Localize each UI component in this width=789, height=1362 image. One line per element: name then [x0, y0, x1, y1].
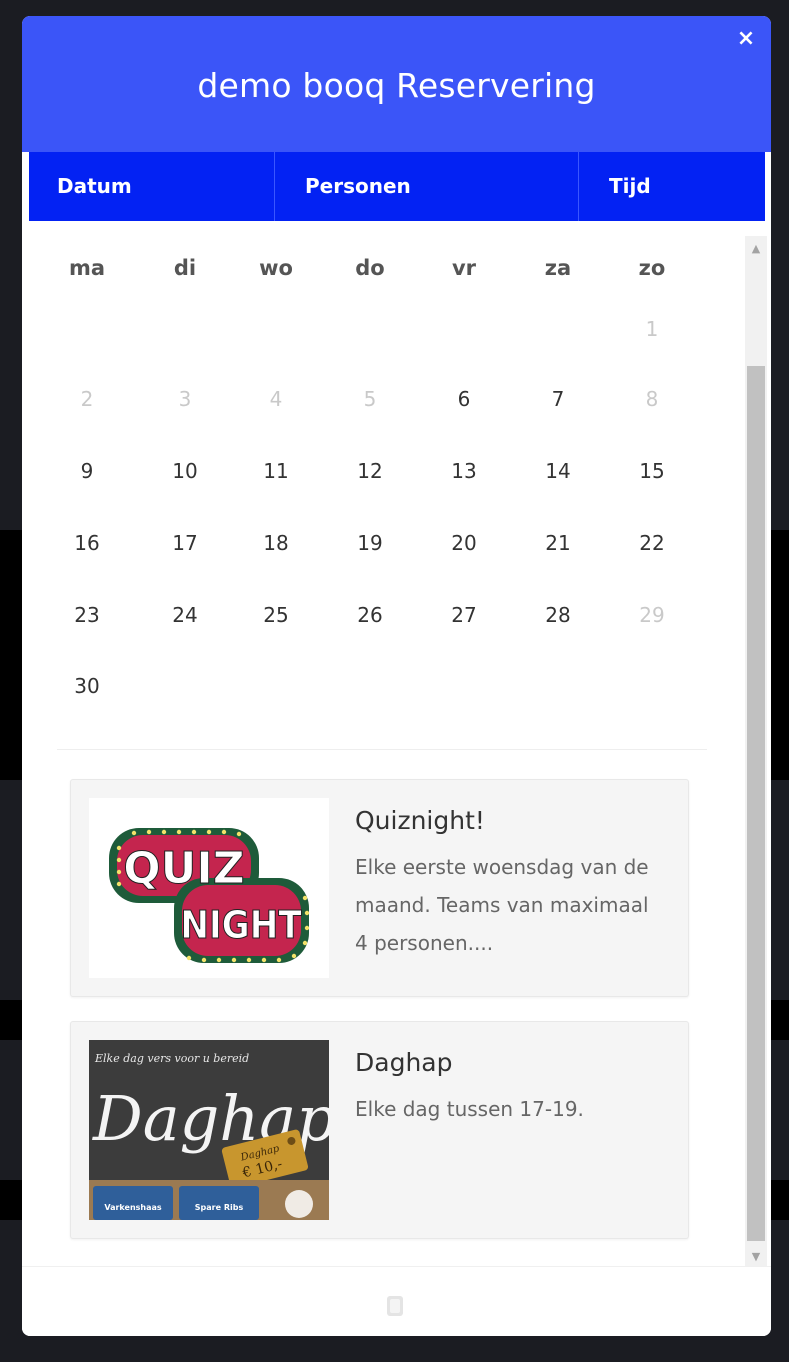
calendar-day[interactable]: 14	[528, 459, 588, 483]
calendar-day[interactable]: 17	[155, 531, 215, 555]
svg-text:Varkenshaas: Varkenshaas	[104, 1203, 162, 1212]
calendar-day: 29	[639, 603, 665, 627]
scroll-up-arrow-icon[interactable]: ▲	[745, 240, 767, 258]
calendar-day[interactable]: 13	[434, 459, 494, 483]
calendar-day: 1	[645, 317, 659, 341]
svg-text:NIGHT: NIGHT	[180, 903, 302, 947]
weekday-label: vr	[451, 256, 477, 280]
calendar-day[interactable]: 30	[57, 674, 117, 698]
step-tabs: Datum Personen Tijd	[29, 152, 765, 221]
loading-spinner-icon	[387, 1296, 403, 1316]
daghap-chalkboard-image: Elke dag vers voor u bereid Daghap Dagha…	[89, 1040, 329, 1220]
content-scrollbar[interactable]: ▲ ▼	[745, 236, 767, 1266]
calendar-day[interactable]: 9	[57, 459, 117, 483]
svg-text:Elke dag vers voor u bereid: Elke dag vers voor u bereid	[94, 1052, 249, 1065]
calendar-day[interactable]: 22	[622, 531, 682, 555]
calendar-day[interactable]: 26	[340, 603, 400, 627]
weekday-label: zo	[638, 256, 666, 280]
scroll-down-arrow-icon[interactable]: ▼	[745, 1248, 767, 1266]
calendar-weekdays: ma di wo do vr za zo	[57, 256, 737, 306]
calendar-day: 8	[645, 387, 659, 411]
calendar-day[interactable]: 10	[155, 459, 215, 483]
event-card-quiznight[interactable]: QUIZ NIGHT Quiznight! Elke eerste woensd…	[70, 779, 689, 997]
calendar-day[interactable]: 16	[57, 531, 117, 555]
calendar-day[interactable]: 28	[528, 603, 588, 627]
event-title: Daghap	[355, 1048, 453, 1077]
reservation-modal: demo booq Reservering × Datum Personen T…	[22, 16, 771, 1336]
weekday-label: do	[355, 256, 385, 280]
event-card-daghap[interactable]: Elke dag vers voor u bereid Daghap Dagha…	[70, 1021, 689, 1239]
calendar-day: 3	[178, 387, 192, 411]
modal-content: ma di wo do vr za zo 1 2 3 4 5 6 7 8 9 10 11 12 13 14 15 16 17…	[22, 221, 771, 1266]
svg-text:QUIZ: QUIZ	[123, 843, 244, 894]
calendar-day[interactable]: 12	[340, 459, 400, 483]
calendar-day[interactable]: 6	[434, 387, 494, 411]
close-button[interactable]: ×	[733, 26, 759, 52]
calendar-day[interactable]: 20	[434, 531, 494, 555]
calendar-day[interactable]: 25	[246, 603, 306, 627]
weekday-label: ma	[68, 256, 106, 280]
calendar-day[interactable]: 18	[246, 531, 306, 555]
calendar-day[interactable]: 11	[246, 459, 306, 483]
event-description: Elke eerste woensdag van de maand. Teams…	[355, 855, 649, 955]
event-description: Elke dag tussen 17-19.	[355, 1097, 584, 1121]
modal-title: demo booq Reservering	[197, 66, 596, 105]
calendar-day[interactable]: 19	[340, 531, 400, 555]
scroll-thumb[interactable]	[747, 366, 765, 1241]
weekday-label: za	[544, 256, 572, 280]
tab-tijd[interactable]: Tijd	[579, 152, 765, 221]
quiz-night-logo-image: QUIZ NIGHT	[89, 798, 329, 978]
calendar-day: 5	[363, 387, 377, 411]
modal-footer	[22, 1266, 771, 1336]
weekday-label: di	[173, 256, 197, 280]
divider	[57, 749, 707, 750]
svg-text:Spare Ribs: Spare Ribs	[195, 1203, 244, 1212]
calendar-day[interactable]: 24	[155, 603, 215, 627]
tab-personen[interactable]: Personen	[275, 152, 579, 221]
calendar-day[interactable]: 15	[622, 459, 682, 483]
weekday-label: wo	[259, 256, 293, 280]
event-title: Quiznight!	[355, 806, 485, 835]
calendar-day: 4	[269, 387, 283, 411]
calendar-day[interactable]: 27	[434, 603, 494, 627]
calendar-day[interactable]: 23	[57, 603, 117, 627]
calendar-day[interactable]: 21	[528, 531, 588, 555]
calendar-day: 2	[80, 387, 94, 411]
calendar-day[interactable]: 7	[528, 387, 588, 411]
modal-header: demo booq Reservering ×	[22, 16, 771, 152]
tab-datum[interactable]: Datum	[29, 152, 275, 221]
